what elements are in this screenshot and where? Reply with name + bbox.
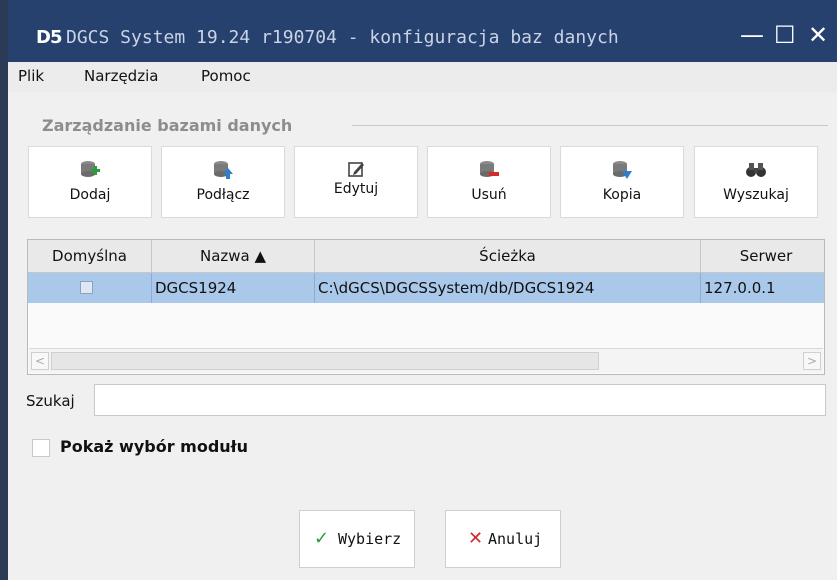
add-button-label: Dodaj [69,187,111,203]
menu-narzedzia[interactable]: Narzędzia [84,67,158,85]
column-name[interactable]: Nazwa ▲ [152,240,315,272]
maximize-button[interactable]: ☐ [774,22,796,48]
table-header: Domyślna Nazwa ▲ Ścieżka Serwer [28,240,824,273]
database-backup-icon [613,161,632,179]
close-x-icon: ✕ [468,528,484,549]
cell-name: DGCS1924 [152,273,315,303]
add-button[interactable]: Dodaj [28,146,152,218]
database-table: Domyślna Nazwa ▲ Ścieżka Serwer DGCS1924… [27,239,825,375]
scroll-thumb[interactable] [51,352,599,370]
select-button[interactable]: ✓ Wybierz [299,510,415,568]
delete-button-label: Usuń [471,187,507,203]
search-input[interactable] [94,384,826,416]
column-default[interactable]: Domyślna [28,240,152,272]
cell-default [28,273,152,303]
edit-button[interactable]: Edytuj [294,146,418,218]
show-module-checkbox[interactable] [32,439,50,457]
cell-server: 127.0.0.1 [704,279,776,297]
column-server[interactable]: Serwer [701,240,824,272]
checkmark-icon: ✓ [314,528,330,549]
group-title: Zarządzanie bazami danych [42,116,293,135]
database-add-icon [81,161,100,177]
scroll-left-icon[interactable]: < [31,352,49,370]
window-title: DGCS System 19.24 r190704 - konfiguracja… [66,27,619,48]
cancel-button[interactable]: ✕ Anuluj [445,510,561,568]
database-connect-icon [214,161,233,179]
menu-plik[interactable]: Plik [18,67,44,85]
menu-bar: Plik Narzędzia Pomoc [8,62,837,92]
select-button-label: Wybierz [338,530,402,548]
table-row[interactable]: DGCS1924 C:\dGCS\DGCSSystem/db/DGCS1924 … [28,273,824,303]
database-delete-icon [480,161,499,177]
default-checkbox[interactable] [80,281,93,294]
app-logo-icon: D5 [36,27,62,48]
group-divider [352,125,828,126]
search-db-button[interactable]: Wyszukaj [694,146,818,218]
menu-pomoc[interactable]: Pomoc [201,67,251,85]
cancel-button-label: Anuluj [488,530,543,548]
scroll-right-icon[interactable]: > [803,352,821,370]
backup-button-label: Kopia [602,187,642,203]
column-path[interactable]: Ścieżka [315,240,701,272]
title-bar[interactable]: D5 DGCS System 19.24 r190704 - konfigura… [8,0,837,62]
show-module-label: Pokaż wybór modułu [60,437,248,456]
backup-button[interactable]: Kopia [560,146,684,218]
horizontal-scrollbar[interactable]: < > [29,348,823,373]
connect-button[interactable]: Podłącz [161,146,285,218]
cell-path: C:\dGCS\DGCSSystem/db/DGCS1924 [315,273,701,303]
minimize-button[interactable]: — [740,22,764,48]
search-db-button-label: Wyszukaj [723,187,789,203]
edit-icon [348,162,364,177]
binoculars-icon [746,163,766,177]
search-label: Szukaj [26,392,75,410]
edit-button-label: Edytuj [333,181,379,197]
delete-button[interactable]: Usuń [427,146,551,218]
app-window: D5 DGCS System 19.24 r190704 - konfigura… [0,0,837,580]
client-area: Plik Narzędzia Pomoc Zarządzanie bazami … [8,62,837,580]
connect-button-label: Podłącz [196,187,250,203]
close-button[interactable]: ✕ [808,22,828,48]
